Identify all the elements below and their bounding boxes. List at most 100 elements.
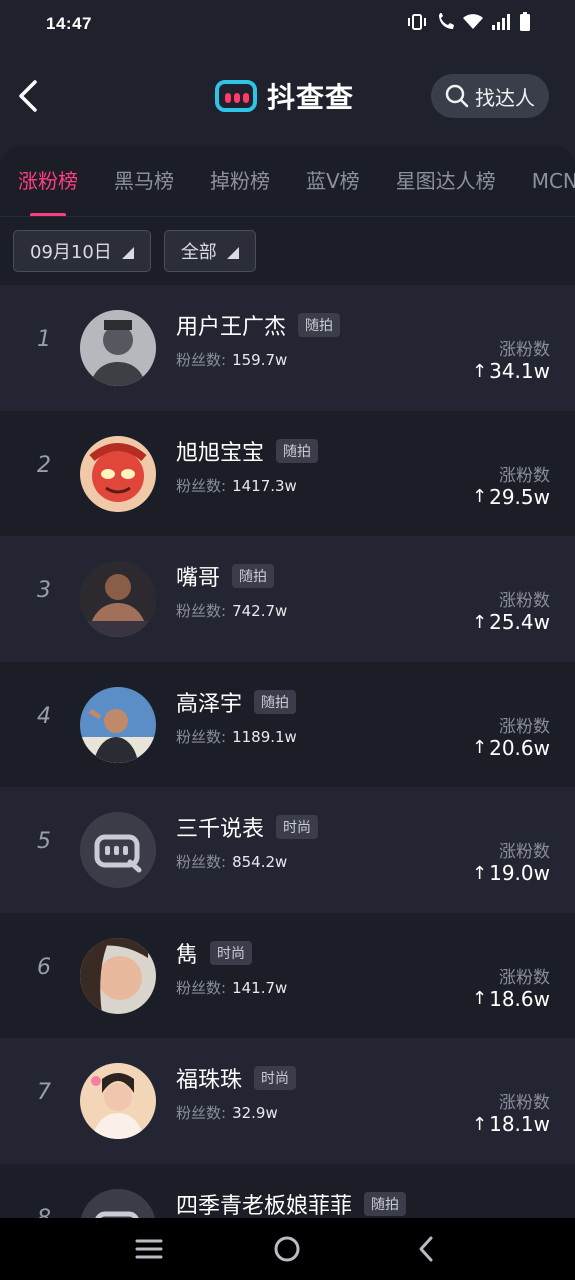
arrow-up-icon: ↑ [472, 737, 488, 758]
avatar [80, 812, 156, 888]
name-line: 旭旭宝宝 随拍 [176, 435, 319, 467]
fans-label: 粉丝数: [176, 978, 227, 997]
date-filter[interactable]: 09月10日 [13, 230, 151, 272]
fans-value: 742.7w [232, 602, 288, 620]
fans-value: 32.9w [232, 1104, 278, 1122]
influencer-name: 用户王广杰 [176, 315, 287, 340]
fans-value: 159.7w [232, 351, 288, 369]
list-item[interactable]: 4 高泽宇 随拍 粉丝数: 1189.1w 涨粉数 ↑ 20.6w [0, 661, 575, 787]
name-line: 四季青老板娘菲菲 随拍 [176, 1188, 407, 1220]
arrow-up-icon: ↑ [472, 611, 488, 633]
default-avatar-icon [80, 812, 156, 888]
list-item[interactable]: 3 嘴哥 随拍 粉丝数: 742.7w 涨粉数 ↑ 25.4w [0, 536, 575, 662]
influencer-name: 福珠珠 [176, 1068, 243, 1093]
battery-icon [519, 12, 531, 36]
name-line: 嘴哥 随拍 [176, 560, 275, 592]
menu-icon [135, 1239, 163, 1259]
gain-label: 涨粉数 [499, 842, 550, 862]
chevron-left-icon [19, 80, 37, 112]
gain-value-wrap: ↑ 29.5w [472, 485, 550, 509]
logo-mark-icon [215, 80, 257, 112]
ranking-panel: 涨粉榜 黑马榜 掉粉榜 蓝V榜 星图达人榜 MCN 09月10日 全部 1 用户… [0, 145, 575, 1220]
avatar [80, 310, 156, 386]
back-button[interactable] [10, 72, 46, 120]
influencer-name: 三千说表 [176, 817, 265, 842]
gain-value-wrap: ↑ 25.4w [472, 610, 550, 634]
category-filter[interactable]: 全部 [163, 230, 256, 272]
tab-mcn[interactable]: MCN [532, 145, 575, 216]
home-circle-icon [274, 1236, 300, 1262]
status-icons [407, 12, 531, 36]
list-item[interactable]: 7 福珠珠 时尚 粉丝数: 32.9w 涨粉数 ↑ 18.1w [0, 1038, 575, 1164]
find-button-label: 找达人 [475, 85, 535, 110]
app-logo: 抖查查 [215, 76, 354, 116]
ranking-list: 1 用户王广杰 随拍 粉丝数: 159.7w 涨粉数 ↑ 34.1w 2 旭旭宝… [0, 285, 575, 1220]
fans-value: 1189.1w [232, 727, 297, 746]
recent-apps-button[interactable] [129, 1229, 169, 1269]
gain-value-wrap: ↑ 18.1w [472, 1112, 550, 1136]
category-tag: 时尚 [254, 1066, 297, 1090]
fans-count: 粉丝数: 32.9w [176, 1102, 278, 1123]
name-line: 三千说表 时尚 [176, 811, 319, 843]
influencer-name: 高泽宇 [176, 691, 243, 717]
list-item[interactable]: 6 雋 时尚 粉丝数: 141.7w 涨粉数 ↑ 18.6w [0, 912, 575, 1038]
list-item[interactable]: 1 用户王广杰 随拍 粉丝数: 159.7w 涨粉数 ↑ 34.1w [0, 285, 575, 411]
gain-value-wrap: ↑ 19.0w [472, 861, 550, 885]
search-icon [445, 84, 469, 108]
tab-dark-horse[interactable]: 黑马榜 [114, 145, 174, 216]
rank-number: 1 [37, 327, 51, 352]
app-root: 14:47 抖查查 找达人 涨粉榜 黑马榜 掉粉榜 蓝V榜 星图达人榜 MCN … [0, 0, 575, 1280]
influencer-name: 四季青老板娘菲菲 [176, 1193, 353, 1219]
avatar [80, 435, 156, 512]
category-tag: 时尚 [276, 815, 319, 839]
category-tag: 随拍 [276, 438, 319, 463]
tab-fans-gain[interactable]: 涨粉榜 [18, 145, 78, 216]
fans-count: 粉丝数: 854.2w [176, 851, 287, 872]
name-line: 高泽宇 随拍 [176, 686, 297, 718]
gain-label: 涨粉数 [499, 1093, 550, 1113]
dropdown-triangle-icon [121, 247, 134, 259]
gain-label: 涨粉数 [499, 591, 550, 611]
app-header: 抖查查 找达人 [0, 60, 575, 132]
tab-blue-v[interactable]: 蓝V榜 [306, 145, 360, 216]
arrow-up-icon: ↑ [472, 1113, 488, 1135]
fans-label: 粉丝数: [176, 1104, 227, 1122]
gain-label: 涨粉数 [499, 967, 550, 988]
tab-fans-loss[interactable]: 掉粉榜 [210, 145, 270, 216]
fans-label: 粉丝数: [176, 727, 227, 746]
list-item[interactable]: 8 四季青老板娘菲菲 随拍 [0, 1163, 575, 1220]
avatar [80, 1188, 156, 1220]
fans-value: 141.7w [232, 978, 288, 997]
status-bar: 14:47 [0, 0, 575, 48]
gain-value: 20.6w [489, 735, 550, 760]
category-filter-label: 全部 [180, 242, 217, 263]
arrow-up-icon: ↑ [472, 360, 488, 382]
gain-value: 25.4w [489, 610, 550, 634]
filter-bar: 09月10日 全部 [13, 230, 256, 272]
category-tag: 随拍 [254, 689, 297, 714]
category-tag: 随拍 [364, 1191, 407, 1216]
find-influencer-button[interactable]: 找达人 [431, 74, 549, 118]
gain-label: 涨粉数 [499, 465, 550, 486]
rank-number: 7 [37, 1080, 51, 1105]
wifi-call-icon [435, 12, 455, 35]
gain-value-wrap: ↑ 18.6w [472, 987, 550, 1011]
gain-value: 19.0w [489, 861, 550, 885]
fans-label: 粉丝数: [176, 351, 227, 369]
rank-number: 6 [37, 954, 51, 980]
arrow-up-icon: ↑ [472, 988, 488, 1009]
gain-value: 34.1w [489, 359, 550, 383]
wifi-icon [463, 13, 483, 35]
system-back-button[interactable] [406, 1229, 446, 1269]
rank-number: 5 [37, 829, 51, 854]
home-button[interactable] [267, 1229, 307, 1269]
tab-star-map[interactable]: 星图达人榜 [396, 145, 496, 216]
fans-count: 粉丝数: 742.7w [176, 600, 287, 621]
list-item[interactable]: 5 三千说表 时尚 粉丝数: 854.2w 涨粉数 ↑ 19.0w [0, 787, 575, 913]
gain-label: 涨粉数 [499, 716, 550, 737]
category-tag: 时尚 [210, 940, 253, 965]
gain-value-wrap: ↑ 20.6w [472, 736, 550, 760]
list-item[interactable]: 2 旭旭宝宝 随拍 粉丝数: 1417.3w 涨粉数 ↑ 29.5w [0, 410, 575, 536]
influencer-name: 旭旭宝宝 [176, 440, 265, 466]
arrow-up-icon: ↑ [472, 486, 488, 507]
